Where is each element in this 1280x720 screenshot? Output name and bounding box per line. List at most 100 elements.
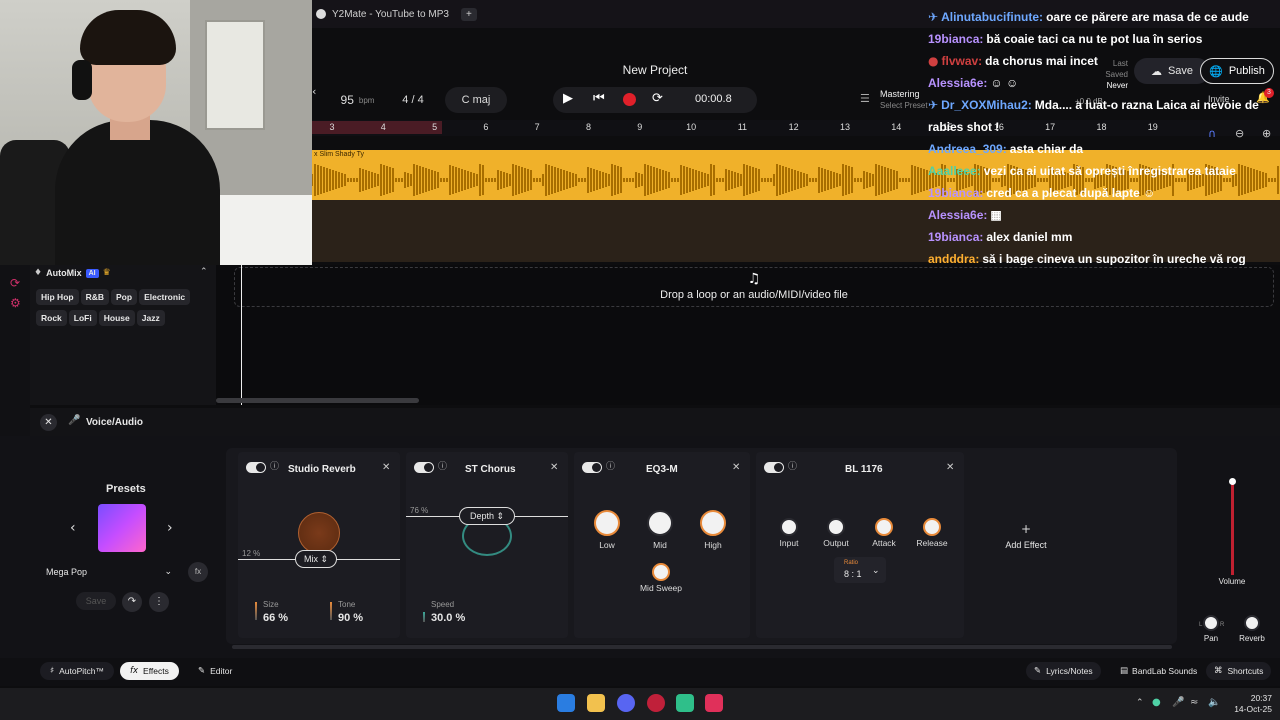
file-explorer-icon[interactable]	[587, 694, 605, 712]
ruler-tick: 8	[585, 122, 591, 132]
studio-reverb-toggle[interactable]	[246, 462, 266, 473]
info-icon[interactable]: ⓘ	[438, 463, 447, 472]
genre-chip[interactable]: Pop	[111, 289, 138, 305]
automix-nav-icon[interactable]: ⟳	[10, 277, 20, 289]
bandlab-sounds-button[interactable]: ▤ BandLab Sounds	[1112, 662, 1205, 680]
playhead[interactable]	[241, 265, 242, 405]
mix-handle[interactable]: Mix ⇕	[295, 550, 337, 568]
chat-username: Andreea_309:	[928, 142, 1007, 156]
play-icon[interactable]: ▶	[563, 92, 573, 105]
bl1176-toggle[interactable]	[764, 462, 784, 473]
output-knob[interactable]	[827, 518, 845, 536]
chat-message: Alessia6e: ☺ ☺	[928, 76, 1018, 90]
genre-chip[interactable]: Rock	[36, 310, 67, 326]
tray-app-icon[interactable]: ●	[1152, 698, 1161, 708]
attack-knob[interactable]	[875, 518, 893, 536]
preset-dropdown[interactable]: Mega Pop ⌄	[38, 563, 180, 581]
tray-mic-icon[interactable]: 🎤	[1172, 698, 1184, 708]
input-knob[interactable]	[780, 518, 798, 536]
mastering-sliders-icon[interactable]: ☰	[860, 93, 870, 104]
ruler-tick: 12	[788, 122, 799, 132]
clock[interactable]: 20:37 14-Oct-25	[1228, 693, 1272, 715]
tone-indicator	[330, 602, 332, 620]
preset-save-button[interactable]: Save	[76, 592, 116, 610]
add-effect-label: Add Effect	[1005, 540, 1047, 550]
editor-label: Editor	[210, 666, 233, 676]
info-icon[interactable]: ⓘ	[606, 463, 615, 472]
bpm-field[interactable]: 95 bpm	[330, 87, 385, 113]
effects-scrollbar[interactable]	[232, 645, 1172, 649]
ratio-selector[interactable]: Ratio 8 : 1 ⌄	[834, 557, 886, 583]
remove-effect-icon[interactable]: ✕	[550, 463, 558, 473]
pan-knob[interactable]	[1203, 615, 1219, 631]
collapse-chevron-icon[interactable]: ‹	[312, 86, 322, 98]
next-preset-icon[interactable]: ›	[167, 521, 173, 535]
bpm-unit: bpm	[358, 95, 375, 105]
remove-effect-icon[interactable]: ✕	[946, 463, 954, 473]
reverb-size-orb[interactable]	[298, 512, 340, 554]
record-icon[interactable]	[623, 93, 636, 106]
prev-preset-icon[interactable]: ‹	[70, 521, 76, 535]
tiktok-icon[interactable]	[705, 694, 723, 712]
genre-chip[interactable]: Jazz	[136, 310, 165, 326]
opera-gx-icon[interactable]	[647, 694, 665, 712]
time-signature[interactable]: 4 / 4	[392, 87, 434, 113]
release-knob[interactable]	[923, 518, 941, 536]
autopitch-icon: ♯	[50, 665, 55, 676]
windows-start-icon[interactable]	[557, 694, 575, 712]
fx-bypass-icon[interactable]: fx	[188, 562, 208, 582]
eq-mid-knob[interactable]	[647, 510, 673, 536]
lyrics-notes-button[interactable]: ✎ Lyrics/Notes	[1026, 662, 1101, 680]
browser-tab[interactable]: Y2Mate - YouTube to MP3 +	[312, 0, 477, 28]
reverb-send-knob[interactable]	[1244, 615, 1260, 631]
effects-label: Effects	[143, 666, 169, 676]
editor-tab[interactable]: ✎ Editor	[190, 662, 240, 680]
depth-handle[interactable]: Depth ⇕	[459, 507, 515, 525]
drop-zone[interactable]: ♫ Drop a loop or an audio/MIDI/video fil…	[234, 267, 1274, 307]
remove-effect-icon[interactable]: ✕	[382, 463, 390, 473]
key-selector[interactable]: C maj	[445, 87, 507, 113]
chat-text: asta chiar da	[1009, 142, 1084, 156]
settings-gear-icon[interactable]: ⚙	[10, 297, 21, 309]
add-effect-button[interactable]: + Add Effect	[986, 523, 1066, 550]
info-icon[interactable]: ⓘ	[788, 463, 797, 472]
horizontal-scrollbar[interactable]	[216, 398, 419, 403]
app-green-icon[interactable]	[676, 694, 694, 712]
autopitch-tab[interactable]: ♯ AutoPitch™	[40, 662, 115, 680]
eq-low-knob[interactable]	[594, 510, 620, 536]
ruler-tick: 10	[686, 122, 697, 132]
st-chorus-toggle[interactable]	[414, 462, 434, 473]
speaker-icon[interactable]: 🔈	[1208, 698, 1220, 708]
chat-text: ☺ ☺	[990, 76, 1019, 90]
mastering-selector[interactable]: Mastering Select Preset	[880, 89, 928, 111]
volume-slider-handle[interactable]	[1229, 478, 1236, 485]
shortcuts-button[interactable]: ⌘ Shortcuts	[1206, 662, 1272, 680]
fx-eq3-m: ⓘ EQ3-M ✕ Low Mid High Mid Sweep	[574, 452, 750, 638]
presets-title: Presets	[106, 483, 146, 495]
chat-message: andddra: să i bage cineva un supozitor în…	[928, 252, 1246, 266]
tray-chevron-icon[interactable]: ⌃	[1136, 699, 1144, 708]
collapse-chevron-icon[interactable]: ⌃	[200, 268, 208, 277]
genre-chip[interactable]: LoFi	[68, 310, 97, 326]
preset-more-icon[interactable]: ⋮	[149, 592, 169, 612]
genre-chip[interactable]: Hip Hop	[36, 289, 79, 305]
genre-chip[interactable]: House	[98, 310, 135, 326]
discord-icon[interactable]	[617, 694, 635, 712]
chat-text: rabies shot !	[928, 120, 1000, 134]
info-icon[interactable]: ⓘ	[270, 463, 279, 472]
share-icon[interactable]: ↷	[122, 592, 142, 612]
eq3-toggle[interactable]	[582, 462, 602, 473]
genre-chip[interactable]: R&B	[80, 289, 109, 305]
new-tab-button[interactable]: +	[460, 7, 477, 21]
skip-back-icon[interactable]: ⏮	[593, 92, 605, 105]
eq-mid-sweep-knob[interactable]	[652, 563, 670, 581]
eq-high-knob[interactable]	[700, 510, 726, 536]
genre-chip[interactable]: Electronic	[139, 289, 191, 305]
music-note-icon: ♫	[747, 271, 761, 287]
loop-icon[interactable]: ⟳	[652, 92, 663, 105]
remove-effect-icon[interactable]: ✕	[732, 463, 740, 473]
project-title[interactable]: New Project	[560, 63, 750, 77]
close-fx-panel-icon[interactable]: ✕	[40, 414, 57, 431]
wifi-icon[interactable]: ≈	[1190, 698, 1198, 708]
effects-tab[interactable]: fx Effects	[120, 662, 179, 680]
